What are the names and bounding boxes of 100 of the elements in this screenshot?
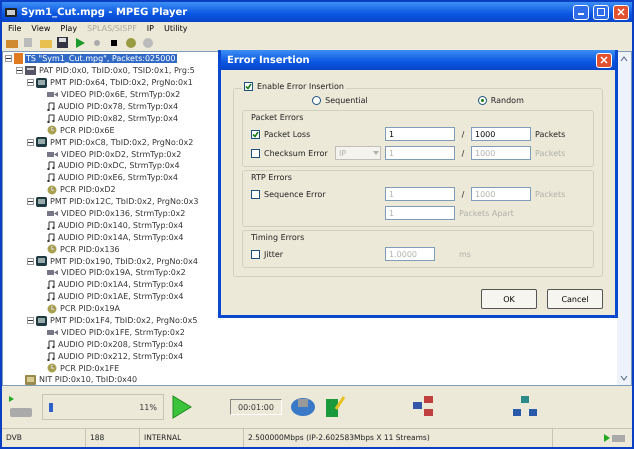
tree-item[interactable]: AUDIO PID:0x212, StrmTyp:0x4 [57, 352, 184, 361]
camera-icon [47, 328, 58, 336]
menu-item[interactable]: IP [146, 24, 154, 33]
play-icon[interactable] [74, 37, 86, 49]
menu-item[interactable]: Play [60, 24, 78, 33]
scrollbar[interactable] [617, 52, 631, 385]
menu-item[interactable]: View [31, 24, 50, 33]
tree-item[interactable]: AUDIO PID:0xE6, StrmTyp:0x4 [57, 173, 179, 182]
tree-item[interactable]: VIDEO PID:0x6E, StrmTyp:0x2 [60, 90, 182, 100]
tree-item[interactable]: PMT PID:0x190, TbID:0x2, PrgNo:0x4 [49, 256, 199, 266]
tree-item[interactable]: PCR PID:0x19A [59, 304, 122, 314]
tree-item[interactable]: AUDIO PID:0x208, StrmTyp:0x4 [57, 340, 184, 349]
radio-button[interactable] [312, 96, 322, 105]
checkbox-label: Packet Loss [264, 130, 310, 138]
maximize-icon [597, 8, 605, 16]
tree-item[interactable]: PCR PID:0xD2 [59, 185, 117, 194]
menu-item[interactable]: Utility [164, 24, 188, 33]
music-note-icon [47, 102, 55, 111]
music-note-icon [47, 114, 55, 123]
tree-item[interactable]: PMT PID:0x12C, TbID:0x2, PrgNo:0x3 [49, 197, 200, 206]
tree-item[interactable]: PMT PID:0x64, TbID:0x2, PrgNo:0x1 [49, 78, 194, 88]
stop-icon[interactable] [108, 37, 120, 49]
edit-icon[interactable] [324, 395, 346, 419]
tree-item[interactable]: AUDIO PID:0x78, StrmTyp:0x4 [57, 102, 180, 111]
tree-item[interactable]: AUDIO PID:0x1AE, StrmTyp:0x4 [57, 292, 184, 302]
tree-item[interactable]: NIT PID:0x10, TbID:0x40 [38, 375, 138, 384]
group-title: Packet Errors [251, 113, 304, 122]
collapse-icon[interactable] [16, 67, 23, 74]
music-note-icon [47, 232, 55, 242]
menu-item[interactable]: File [8, 24, 22, 33]
monitor-icon [36, 78, 47, 88]
checkbox[interactable] [251, 130, 260, 138]
monitor-icon [25, 374, 36, 385]
music-note-icon [47, 220, 55, 230]
monitor-icon [36, 256, 47, 266]
close-button[interactable] [596, 52, 612, 68]
collapse-icon[interactable] [27, 138, 34, 146]
slash-separator: / [460, 130, 466, 138]
tree-item[interactable]: TS "Sym1_Cut.mpg", Packets:025000 [25, 54, 177, 64]
tree-item[interactable]: AUDIO PID:0x82, StrmTyp:0x4 [57, 114, 180, 123]
tree-item[interactable]: PAT PID:0x0, TbID:0x0, TSID:0x1, Prg:5 [38, 66, 196, 76]
tree-item[interactable]: PCR PID:0x1FE [59, 364, 120, 373]
tree-item[interactable]: AUDIO PID:0x140, StrmTyp:0x4 [57, 220, 184, 230]
tree-item[interactable]: AUDIO PID:0x14A, StrmTyp:0x4 [57, 232, 185, 242]
checkbox-label: Jitter [264, 250, 284, 258]
tree-item[interactable]: PCR PID:0x6E [59, 126, 116, 135]
checkbox[interactable] [244, 82, 253, 91]
monitor-icon [36, 137, 47, 148]
checkbox-label: Enable Error Insertion [257, 82, 344, 91]
close-icon [617, 8, 625, 16]
slash-separator: / [460, 148, 466, 158]
time-field[interactable]: 00:01:00 [230, 399, 282, 415]
progress-percent: 11% [139, 402, 157, 412]
collapse-icon[interactable] [27, 317, 34, 324]
dialog-button[interactable]: Cancel [547, 289, 603, 309]
unit-label: Packets [534, 190, 566, 198]
radio-button[interactable] [478, 96, 487, 105]
camera-icon [47, 269, 58, 276]
tree-item[interactable]: VIDEO PID:0x136, StrmTyp:0x2 [60, 209, 186, 218]
collapse-icon[interactable] [5, 55, 12, 62]
tree-item[interactable]: VIDEO PID:0x1FE, StrmTyp:0x2 [60, 328, 186, 337]
tree-item[interactable]: VIDEO PID:0x19A, StrmTyp:0x2 [60, 268, 187, 278]
camera-icon [47, 91, 58, 98]
file-icon [14, 53, 23, 64]
maximize-button[interactable] [593, 4, 609, 20]
play-drive-icon [604, 433, 626, 443]
collapse-icon[interactable] [27, 79, 34, 86]
dialog-button[interactable]: OK [481, 289, 537, 309]
dropdown-arrow-icon [372, 149, 380, 157]
app-icon [5, 8, 17, 16]
music-note-icon [47, 161, 55, 170]
tree-item[interactable]: PMT PID:0x1F4, TbID:0x2, PrgNo:0x5 [49, 316, 198, 326]
camera-icon [47, 150, 58, 158]
tree-item[interactable]: PMT PID:0xC8, TbID:0x2, PrgNo:0x2 [49, 138, 194, 147]
checkbox[interactable] [251, 190, 260, 198]
radio-label: Sequential [325, 96, 368, 105]
monitor-icon [36, 316, 47, 326]
checkbox[interactable] [251, 148, 260, 158]
window-title: Sym1_Cut.mpg - MPEG Player [21, 6, 188, 18]
tree-item[interactable]: AUDIO PID:0xDC, StrmTyp:0x4 [57, 161, 181, 170]
group-title: Timing Errors [251, 233, 306, 242]
input-field[interactable]: 1000 [471, 127, 531, 141]
close-button[interactable] [613, 4, 629, 20]
monitor-icon [36, 196, 47, 207]
collapse-icon[interactable] [27, 198, 34, 206]
music-note-icon [47, 280, 55, 290]
checkbox[interactable] [251, 250, 260, 258]
input-field[interactable]: 1 [385, 127, 455, 141]
checkbox-label: Sequence Error [264, 190, 326, 198]
tree-item[interactable]: AUDIO PID:0x1A4, StrmTyp:0x4 [57, 280, 185, 290]
tree-item[interactable]: PCR PID:0x136 [59, 244, 121, 254]
tree-item[interactable]: VIDEO PID:0xD2, StrmTyp:0x2 [60, 150, 182, 159]
radio-label: Random [490, 96, 524, 105]
music-note-icon [47, 173, 55, 182]
collapse-icon[interactable] [27, 258, 34, 265]
save-icon[interactable] [57, 37, 69, 49]
minimize-button[interactable] [573, 4, 589, 20]
play-icon[interactable] [172, 395, 192, 419]
dialog-title: Error Insertion [227, 54, 310, 66]
music-note-icon [47, 292, 55, 302]
